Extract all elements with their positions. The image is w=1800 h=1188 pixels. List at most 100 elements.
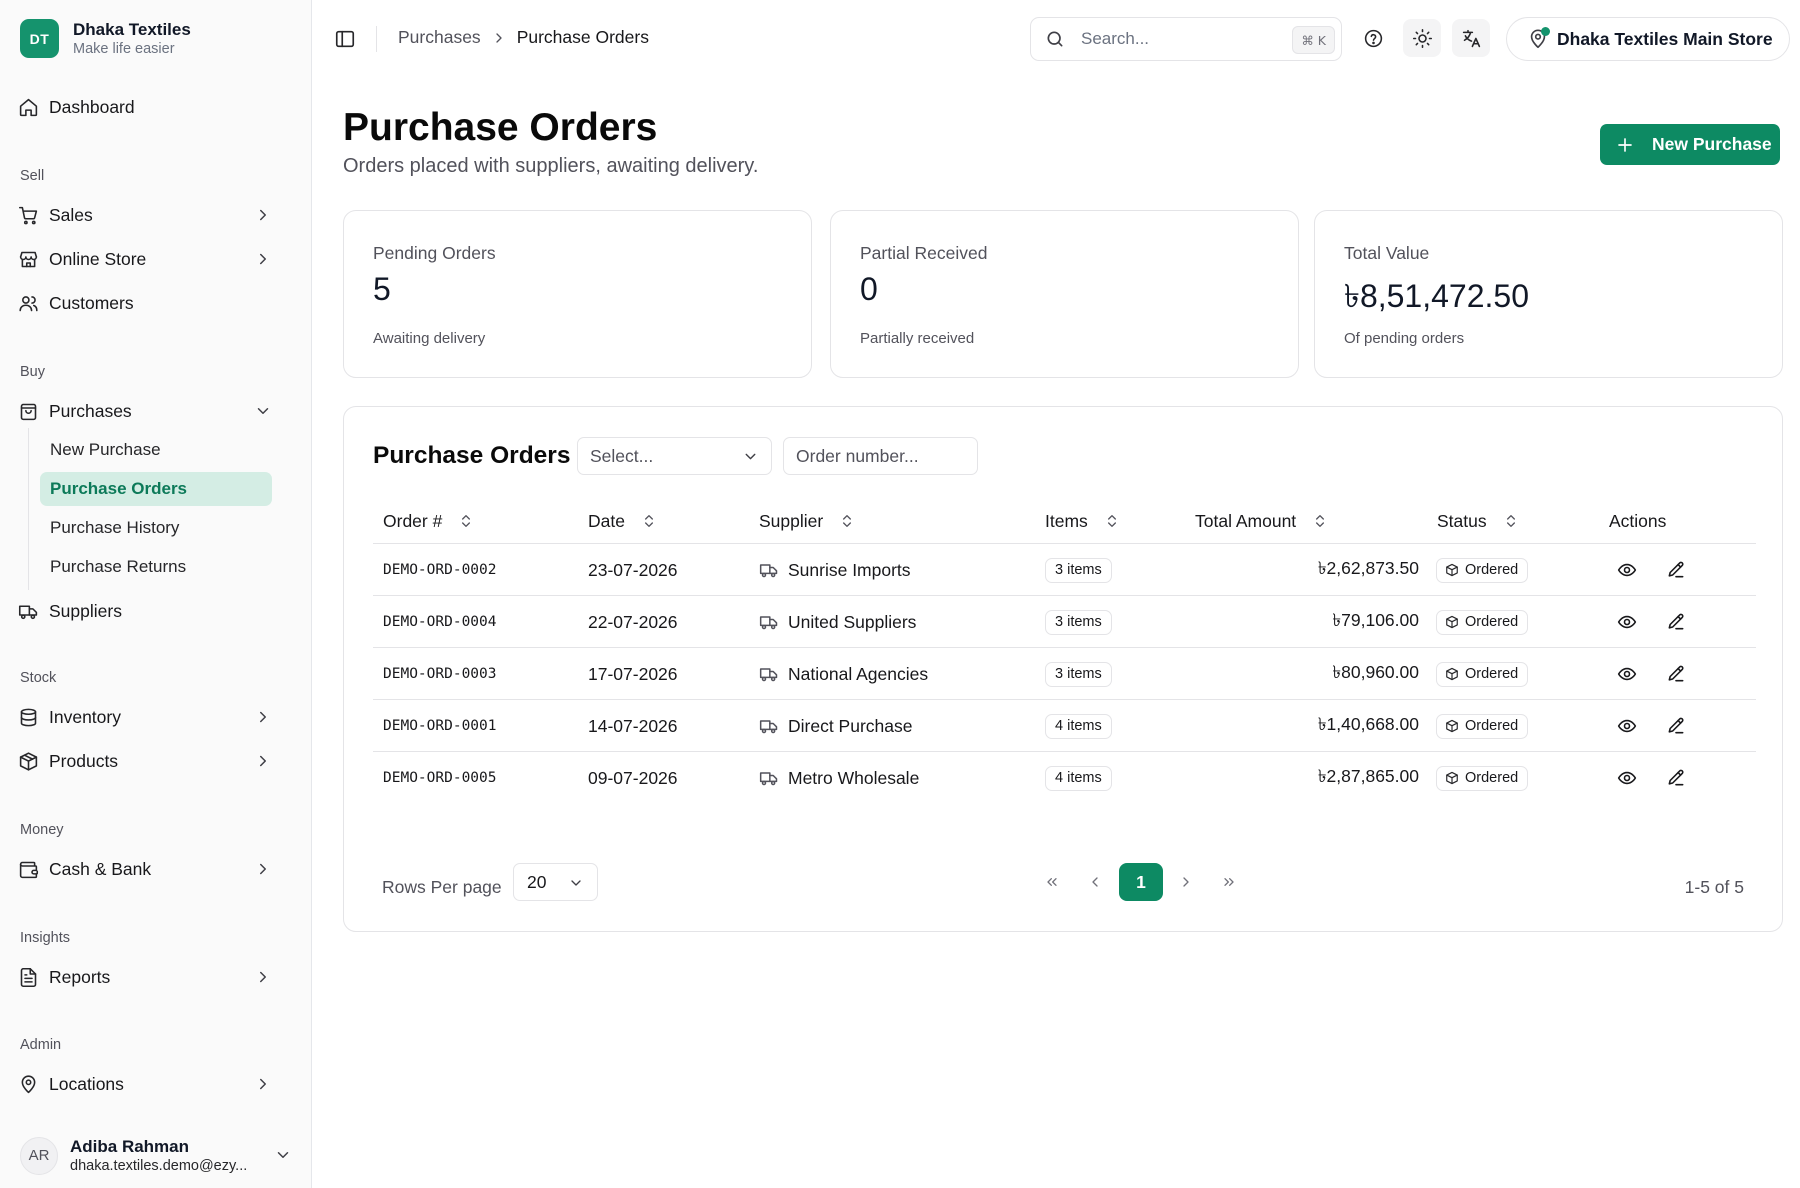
edit-button[interactable] bbox=[1660, 606, 1692, 638]
view-button[interactable] bbox=[1611, 554, 1643, 586]
stat-card-partial: Partial Received 0 Partially received bbox=[830, 210, 1299, 378]
column-header-order[interactable]: Order # bbox=[383, 509, 474, 533]
next-page-button[interactable] bbox=[1167, 863, 1205, 901]
store-name: Dhaka Textiles Main Store bbox=[1557, 28, 1773, 49]
sidebar-subitem-purchase-returns[interactable]: Purchase Returns bbox=[40, 550, 272, 584]
supplier-name: United Suppliers bbox=[788, 611, 917, 632]
sidebar-item-locations[interactable]: Locations bbox=[18, 1066, 292, 1102]
total-amount: ৳2,87,865.00 bbox=[1317, 765, 1419, 786]
sidebar-item-label: Reports bbox=[49, 966, 111, 987]
table-row[interactable]: DEMO-ORD-0003 17-07-2026 National Agencies… bbox=[373, 648, 1756, 700]
column-header-supplier[interactable]: Supplier bbox=[759, 509, 855, 533]
eye-icon bbox=[1617, 563, 1637, 577]
last-page-button[interactable] bbox=[1210, 863, 1248, 901]
header-divider bbox=[376, 26, 377, 52]
edit-button[interactable] bbox=[1660, 658, 1692, 690]
breadcrumb-purchases[interactable]: Purchases bbox=[398, 27, 481, 48]
sun-icon bbox=[1412, 28, 1432, 48]
page-button-current[interactable]: 1 bbox=[1119, 863, 1163, 901]
eye-icon bbox=[1617, 771, 1637, 785]
new-purchase-button[interactable]: New Purchase bbox=[1600, 124, 1780, 165]
table-row[interactable]: DEMO-ORD-0002 23-07-2026 Sunrise Imports 3 … bbox=[373, 544, 1756, 596]
chevron-down-icon bbox=[277, 1152, 289, 1158]
help-button[interactable] bbox=[1354, 19, 1392, 57]
sidebar-subitem-new-purchase[interactable]: New Purchase bbox=[40, 433, 272, 467]
column-header-date[interactable]: Date bbox=[588, 509, 657, 533]
chevron-right-icon bbox=[496, 32, 502, 43]
brand-name: Dhaka Textiles bbox=[73, 20, 191, 39]
sidebar-item-label: Customers bbox=[49, 292, 134, 313]
view-button[interactable] bbox=[1611, 762, 1643, 794]
chevrons-left-icon bbox=[1047, 878, 1057, 886]
search-input[interactable]: Search... bbox=[1081, 29, 1149, 49]
column-header-items[interactable]: Items bbox=[1045, 509, 1120, 533]
sidebar-item-customers[interactable]: Customers bbox=[18, 285, 292, 321]
theme-toggle-button[interactable] bbox=[1403, 19, 1441, 57]
previous-page-button[interactable] bbox=[1076, 863, 1114, 901]
sidebar-toggle-button[interactable] bbox=[334, 28, 356, 50]
rows-per-page-value: 20 bbox=[527, 871, 547, 892]
sidebar-item-label: Cash & Bank bbox=[49, 858, 152, 879]
user-email: dhaka.textiles.demo@ezy... bbox=[70, 1158, 248, 1174]
translate-icon bbox=[1462, 29, 1480, 47]
stat-note: Of pending orders bbox=[1344, 330, 1465, 347]
actions-cell bbox=[1611, 648, 1709, 700]
sidebar-item-cash-bank[interactable]: Cash & Bank bbox=[18, 851, 292, 887]
column-label: Total Amount bbox=[1195, 510, 1297, 531]
avatar: AR bbox=[20, 1136, 58, 1175]
store-selector[interactable]: Dhaka Textiles Main Store bbox=[1506, 17, 1790, 61]
table-row[interactable]: DEMO-ORD-0001 14-07-2026 Direct Purchase 4 … bbox=[373, 700, 1756, 752]
order-number[interactable]: DEMO-ORD-0003 bbox=[383, 648, 497, 700]
column-header-amount[interactable]: Total Amount bbox=[1195, 509, 1328, 533]
order-number-input[interactable]: Order number... bbox=[783, 437, 978, 475]
chevron-right-icon bbox=[1183, 877, 1189, 887]
edit-button[interactable] bbox=[1660, 710, 1692, 742]
help-icon bbox=[1364, 29, 1382, 47]
rows-per-page-select[interactable]: 20 bbox=[513, 863, 598, 901]
order-number[interactable]: DEMO-ORD-0001 bbox=[383, 700, 497, 752]
first-page-button[interactable] bbox=[1033, 863, 1071, 901]
truck-icon bbox=[759, 668, 778, 682]
sidebar-item-sales[interactable]: Sales bbox=[18, 197, 292, 233]
sidebar-item-online-store[interactable]: Online Store bbox=[18, 241, 292, 277]
sidebar-item-products[interactable]: Products bbox=[18, 743, 292, 779]
status-label: Ordered bbox=[1465, 770, 1519, 786]
table-row[interactable]: DEMO-ORD-0004 22-07-2026 United Suppliers 3… bbox=[373, 596, 1756, 648]
sidebar-item-label: Dashboard bbox=[49, 96, 135, 117]
sidebar-item-suppliers[interactable]: Suppliers bbox=[18, 593, 292, 629]
user-menu[interactable]: AR Adiba Rahman dhaka.textiles.demo@ezy.… bbox=[20, 1136, 292, 1175]
sidebar-subitem-purchase-orders[interactable]: Purchase Orders bbox=[40, 472, 272, 506]
view-button[interactable] bbox=[1611, 710, 1643, 742]
sidebar-item-inventory[interactable]: Inventory bbox=[18, 699, 292, 735]
cart-icon bbox=[18, 206, 38, 224]
sidebar-item-reports[interactable]: Reports bbox=[18, 959, 292, 995]
language-button[interactable] bbox=[1452, 19, 1490, 57]
purchase-orders-card: Purchase Orders Select... Order number..… bbox=[343, 406, 1783, 932]
view-button[interactable] bbox=[1611, 658, 1643, 690]
package-icon bbox=[1446, 771, 1458, 785]
global-search[interactable]: Search... ⌘ K bbox=[1030, 17, 1342, 61]
brand-tagline: Make life easier bbox=[73, 41, 175, 57]
truck-icon bbox=[759, 720, 778, 734]
nav-section-buy: Buy bbox=[20, 364, 45, 380]
sidebar-item-label: Purchases bbox=[49, 400, 132, 421]
edit-button[interactable] bbox=[1660, 762, 1692, 794]
edit-button[interactable] bbox=[1660, 554, 1692, 586]
sidebar-item-purchases[interactable]: Purchases bbox=[18, 393, 292, 429]
total-amount: ৳79,106.00 bbox=[1332, 609, 1419, 630]
brand[interactable]: DT Dhaka Textiles Make life easier bbox=[20, 19, 191, 58]
status-cell: Ordered bbox=[1436, 700, 1529, 752]
sidebar-subitem-purchase-history[interactable]: Purchase History bbox=[40, 511, 272, 545]
status-label: Ordered bbox=[1465, 666, 1519, 682]
column-header-status[interactable]: Status bbox=[1437, 509, 1519, 533]
order-number[interactable]: DEMO-ORD-0004 bbox=[383, 596, 497, 648]
status-filter-select[interactable]: Select... bbox=[577, 437, 772, 475]
table-row[interactable]: DEMO-ORD-0005 09-07-2026 Metro Wholesale 4 … bbox=[373, 752, 1756, 804]
status-badge: Ordered bbox=[1436, 557, 1529, 583]
order-number[interactable]: DEMO-ORD-0005 bbox=[383, 752, 497, 804]
order-number[interactable]: DEMO-ORD-0002 bbox=[383, 544, 497, 596]
sidebar-item-dashboard[interactable]: Dashboard bbox=[18, 89, 292, 125]
status-cell: Ordered bbox=[1436, 544, 1529, 596]
view-button[interactable] bbox=[1611, 606, 1643, 638]
chevron-down-icon bbox=[745, 453, 756, 460]
